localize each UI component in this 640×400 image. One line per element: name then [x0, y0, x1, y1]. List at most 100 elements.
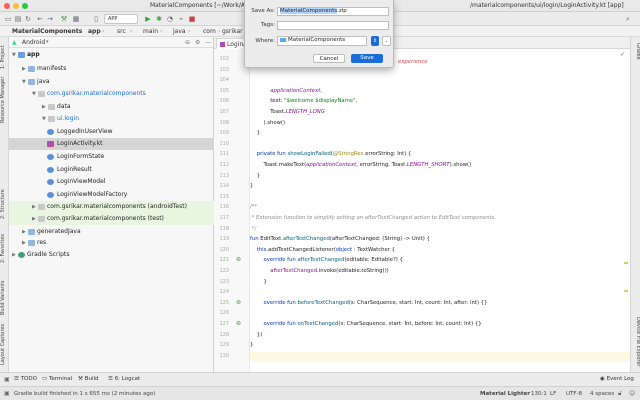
gear-icon[interactable]: ⚙ [195, 39, 200, 46]
breadcrumb-item-project[interactable]: MaterialComponents [12, 28, 82, 35]
tool-window-favorites[interactable]: 2: Favorites [0, 227, 9, 263]
stop-icon[interactable]: ■ [188, 15, 196, 23]
override-marker-icon[interactable]: ⊚ [236, 256, 241, 263]
chevron-down-icon[interactable]: ▼ [42, 113, 46, 125]
save-button[interactable]: Save [351, 54, 383, 63]
attach-icon[interactable]: ⌁ [177, 15, 185, 23]
tool-window-resource-manager[interactable]: Resource Manager [0, 73, 9, 123]
back-icon[interactable]: ← [36, 15, 44, 23]
tree-item-ui-login[interactable]: ▼ ui.login [9, 113, 214, 125]
scrollbar-marker[interactable] [624, 262, 628, 264]
code-editor[interactable]: LoginActivit 102103104105106107108109110… [214, 37, 630, 372]
zoom-window-button[interactable] [22, 3, 28, 9]
tree-item-test[interactable]: ▶ com.gsrikar.materialcomponents (test) [9, 213, 214, 225]
tree-item-app[interactable]: ▼ app [9, 49, 214, 61]
chevron-right-icon[interactable]: ▶ [22, 237, 26, 249]
collapse-all-icon[interactable]: ⊖ [185, 39, 190, 46]
project-view-selector[interactable]: Android [22, 39, 45, 46]
inspector-icon[interactable]: ☺ [629, 390, 635, 397]
lock-icon[interactable]: 🔓︎ [618, 390, 622, 398]
tool-window-layout-captures[interactable]: Layout Captures [0, 321, 9, 365]
tags-field[interactable] [277, 21, 389, 30]
tool-window-project[interactable]: 1: Project [0, 39, 9, 69]
chevron-updown-icon[interactable]: ⇕ [371, 36, 379, 46]
theme-indicator[interactable]: Material Lighter [480, 391, 530, 397]
tree-item-loginviewmodel[interactable]: LoginViewModel [9, 176, 214, 188]
chevron-down-icon[interactable]: ▼ [32, 88, 36, 100]
build-hammer-icon[interactable]: ⚒ [60, 15, 68, 23]
breadcrumb-item-src[interactable]: src [117, 28, 126, 35]
chevron-right-icon[interactable]: ▶ [32, 213, 36, 225]
chevron-right-icon[interactable]: ▶ [12, 249, 16, 261]
tool-window-logcat[interactable]: ☰ 6: Logcat [108, 376, 140, 382]
file-encoding[interactable]: UTF-8 [566, 391, 582, 397]
breadcrumb-item-gsrikar[interactable]: gsrikar [222, 28, 243, 35]
save-as-field[interactable]: MaterialComponents.zip [277, 7, 389, 16]
status-message[interactable]: Gradle build finished in 1 s 655 ms (2 m… [14, 391, 155, 397]
override-marker-icon[interactable]: ⊚ [236, 299, 241, 306]
code-line: } [250, 172, 261, 179]
line-separator[interactable]: LF [550, 391, 556, 397]
code-line: * Extension function to simplify setting… [250, 215, 497, 221]
tree-item-loginformstate[interactable]: LoginFormState [9, 151, 214, 163]
line-number: 103 [219, 66, 229, 73]
tree-item-loginviewmodelfactory[interactable]: LoginViewModelFactory [9, 189, 214, 201]
tool-window-todo[interactable]: ☰ TODO [14, 376, 37, 382]
run-icon[interactable]: ▶ [144, 15, 152, 23]
chevron-right-icon[interactable]: ▶ [22, 63, 26, 75]
tree-item-gradle-scripts[interactable]: ▶ Gradle Scripts [9, 249, 214, 261]
hide-panel-icon[interactable]: — [205, 39, 211, 46]
chevron-down-icon[interactable]: ▼ [12, 49, 16, 61]
tool-window-gradle[interactable]: Gradle [632, 43, 640, 65]
device-icon[interactable]: ▯ [92, 15, 100, 23]
chevron-down-icon[interactable]: ▼ [22, 76, 26, 88]
make-module-icon[interactable]: ▦ [72, 15, 80, 23]
cancel-button[interactable]: Cancel [313, 54, 345, 63]
panel-toggle-icon[interactable]: ▣ [4, 376, 10, 383]
where-select[interactable]: MaterialComponents [277, 36, 367, 46]
tool-window-event-log[interactable]: ◉ Event Log [600, 376, 634, 382]
close-window-button[interactable] [4, 3, 10, 9]
breadcrumb-separator: › [218, 28, 221, 35]
save-dialog: Save As: MaterialComponents.zip Tags: Wh… [244, 0, 394, 68]
chevron-right-icon[interactable]: ▶ [32, 201, 36, 213]
code-line: private fun showLoginFailed(@StringRes e… [256, 151, 412, 158]
profile-icon[interactable]: ◔ [166, 15, 174, 23]
open-folder-icon[interactable]: ▭ [4, 15, 12, 23]
forward-icon[interactable]: → [46, 15, 54, 23]
tool-window-structure[interactable]: 2: Structure [0, 183, 9, 219]
tool-window-terminal[interactable]: ▭ Terminal [42, 376, 72, 382]
tool-window-build-variants[interactable]: Build Variants [0, 271, 9, 315]
breadcrumb-item-java[interactable]: java [173, 28, 186, 35]
breadcrumb-item-app[interactable]: app [88, 28, 101, 35]
tree-item-res[interactable]: ▶ res [9, 237, 214, 249]
breadcrumb-item-main[interactable]: main [143, 28, 158, 35]
search-icon[interactable]: ⌕ [624, 15, 632, 23]
tree-item-package[interactable]: ▼ com.gsrikar.materialcomponents [9, 88, 214, 100]
override-marker-icon[interactable]: ⊚ [236, 320, 241, 327]
scrollbar-marker[interactable] [624, 290, 628, 292]
tree-item-loginactivity[interactable]: LoginActivity.kt [9, 138, 214, 150]
tree-item-androidtest[interactable]: ▶ com.gsrikar.materialcomponents (androi… [9, 201, 214, 213]
package-icon [38, 204, 45, 210]
run-config-select[interactable]: APP [104, 14, 138, 24]
tool-window-device-file-explorer[interactable]: Device File Explorer [632, 317, 640, 371]
save-all-icon[interactable]: ▤ [14, 15, 22, 23]
tool-window-build[interactable]: ⚒ Build [78, 376, 99, 382]
chevron-right-icon[interactable]: ▶ [42, 101, 46, 113]
tree-item-loginresult[interactable]: LoginResult [9, 164, 214, 176]
chevron-down-icon[interactable]: ▾ [46, 39, 49, 45]
folder-icon [48, 104, 55, 110]
breadcrumb-item-com[interactable]: com [203, 28, 216, 35]
sync-icon[interactable]: ↻ [24, 15, 32, 23]
tree-item-data[interactable]: ▶ data [9, 101, 214, 113]
expand-dialog-icon[interactable]: ⌄ [382, 36, 391, 46]
tree-item-loggedinuserview[interactable]: LoggedInUserView [9, 126, 214, 138]
tree-item-java[interactable]: ▼ java [9, 76, 214, 88]
minimize-window-button[interactable] [13, 3, 19, 9]
indent-setting[interactable]: 4 spaces [590, 391, 614, 397]
debug-icon[interactable]: ✱ [155, 15, 163, 23]
kotlin-class-icon [47, 192, 54, 198]
caret-position[interactable]: 130:1 [531, 391, 547, 397]
tree-item-manifests[interactable]: ▶ manifests [9, 63, 214, 75]
